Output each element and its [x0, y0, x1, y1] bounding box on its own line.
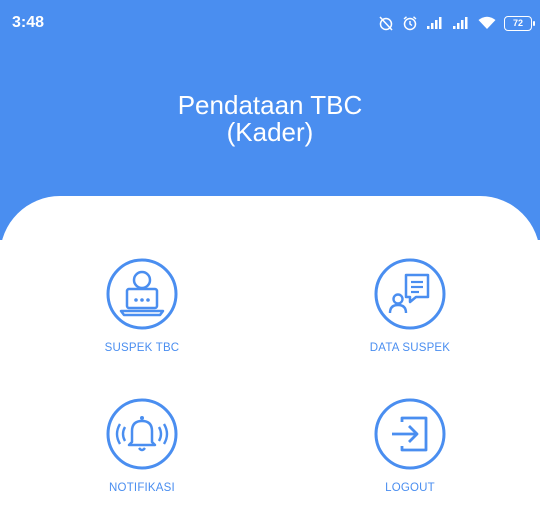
bell-icon: [106, 398, 178, 470]
data-suspek-icon: [374, 258, 446, 330]
menu-card: SUSPEK TBC DATA SUSPEK NOTIFIKASI LOGOUT: [0, 196, 540, 526]
status-time: 3:48: [12, 14, 45, 31]
signal-icon: [427, 17, 442, 29]
suspek-tbc-icon: [106, 258, 178, 330]
data-suspek-label: DATA SUSPEK: [369, 342, 451, 354]
suspek-tbc-label: SUSPEK TBC: [104, 342, 180, 354]
logout-label: LOGOUT: [385, 482, 435, 494]
page-title: Pendataan TBC (Kader): [0, 92, 540, 146]
battery-level: 72: [512, 18, 523, 28]
title-line-2: (Kader): [226, 117, 314, 147]
suspek-tbc-button[interactable]: SUSPEK TBC: [42, 256, 242, 354]
notifikasi-button[interactable]: NOTIFIKASI: [42, 396, 242, 494]
wifi-icon: [478, 16, 496, 29]
status-bar: 3:48 72: [0, 0, 540, 50]
notifikasi-label: NOTIFIKASI: [109, 482, 175, 494]
signal-icon: [453, 17, 468, 29]
alarm-icon: [403, 16, 417, 31]
status-icons: 72: [378, 12, 535, 34]
data-suspek-button[interactable]: DATA SUSPEK: [310, 256, 510, 354]
alarm-off-icon: [379, 16, 393, 31]
logout-icon: [374, 398, 446, 470]
logout-button[interactable]: LOGOUT: [310, 396, 510, 494]
battery-icon: 72: [504, 15, 535, 31]
title-line-1: Pendataan TBC: [177, 90, 363, 120]
